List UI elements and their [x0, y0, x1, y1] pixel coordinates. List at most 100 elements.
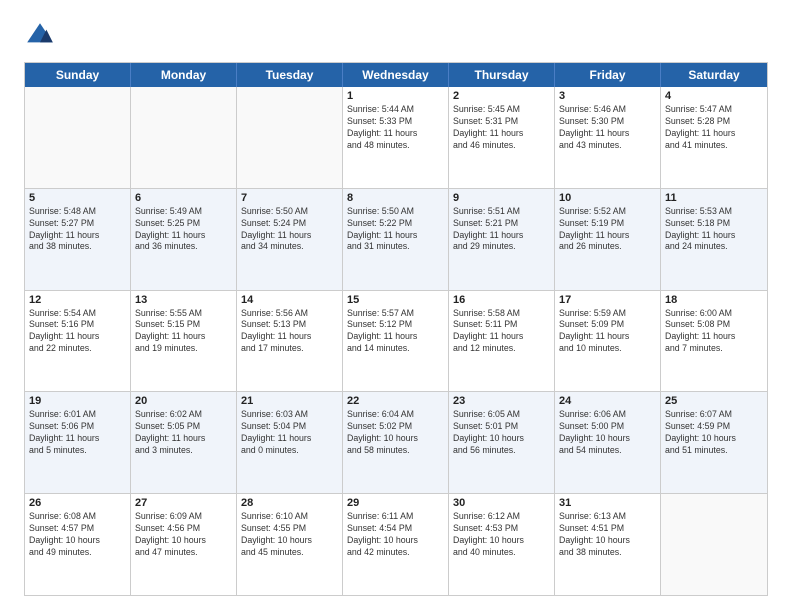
- calendar-day-empty: [131, 87, 237, 188]
- day-number: 4: [665, 90, 763, 102]
- day-info: Sunrise: 5:47 AM Sunset: 5:28 PM Dayligh…: [665, 104, 763, 152]
- day-info: Sunrise: 6:08 AM Sunset: 4:57 PM Dayligh…: [29, 511, 126, 559]
- day-info: Sunrise: 6:01 AM Sunset: 5:06 PM Dayligh…: [29, 409, 126, 457]
- calendar-day-13: 13 Sunrise: 5:55 AM Sunset: 5:15 PM Dayli…: [131, 291, 237, 392]
- day-info: Sunrise: 6:10 AM Sunset: 4:55 PM Dayligh…: [241, 511, 338, 559]
- header-day-friday: Friday: [555, 63, 661, 87]
- day-info: Sunrise: 5:57 AM Sunset: 5:12 PM Dayligh…: [347, 308, 444, 356]
- day-number: 10: [559, 192, 656, 204]
- calendar-day-6: 6 Sunrise: 5:49 AM Sunset: 5:25 PM Daylig…: [131, 189, 237, 290]
- day-info: Sunrise: 6:07 AM Sunset: 4:59 PM Dayligh…: [665, 409, 763, 457]
- calendar-day-25: 25 Sunrise: 6:07 AM Sunset: 4:59 PM Dayli…: [661, 392, 767, 493]
- calendar-day-31: 31Sunrise: 6:13 AM Sunset: 4:51 PM Dayli…: [555, 494, 661, 595]
- day-info: Sunrise: 5:54 AM Sunset: 5:16 PM Dayligh…: [29, 308, 126, 356]
- calendar-day-21: 21 Sunrise: 6:03 AM Sunset: 5:04 PM Dayli…: [237, 392, 343, 493]
- day-info: Sunrise: 6:03 AM Sunset: 5:04 PM Dayligh…: [241, 409, 338, 457]
- day-number: 22: [347, 395, 444, 407]
- calendar-week-5: 26 Sunrise: 6:08 AM Sunset: 4:57 PM Dayli…: [25, 494, 767, 595]
- day-info: Sunrise: 5:48 AM Sunset: 5:27 PM Dayligh…: [29, 206, 126, 254]
- calendar-day-empty: [661, 494, 767, 595]
- day-info: Sunrise: 6:06 AM Sunset: 5:00 PM Dayligh…: [559, 409, 656, 457]
- day-number: 26: [29, 497, 126, 509]
- day-info: Sunrise: 5:49 AM Sunset: 5:25 PM Dayligh…: [135, 206, 232, 254]
- calendar-day-9: 9Sunrise: 5:51 AM Sunset: 5:21 PM Daylig…: [449, 189, 555, 290]
- calendar-header: SundayMondayTuesdayWednesdayThursdayFrid…: [25, 63, 767, 87]
- calendar: SundayMondayTuesdayWednesdayThursdayFrid…: [24, 62, 768, 596]
- day-info: Sunrise: 5:55 AM Sunset: 5:15 PM Dayligh…: [135, 308, 232, 356]
- day-number: 23: [453, 395, 550, 407]
- day-number: 19: [29, 395, 126, 407]
- calendar-week-2: 5Sunrise: 5:48 AM Sunset: 5:27 PM Daylig…: [25, 189, 767, 291]
- day-number: 30: [453, 497, 550, 509]
- calendar-day-15: 15 Sunrise: 5:57 AM Sunset: 5:12 PM Dayli…: [343, 291, 449, 392]
- day-number: 15: [347, 294, 444, 306]
- header-day-sunday: Sunday: [25, 63, 131, 87]
- calendar-day-empty: [25, 87, 131, 188]
- header-day-wednesday: Wednesday: [343, 63, 449, 87]
- calendar-week-3: 12 Sunrise: 5:54 AM Sunset: 5:16 PM Dayli…: [25, 291, 767, 393]
- day-info: Sunrise: 5:50 AM Sunset: 5:24 PM Dayligh…: [241, 206, 338, 254]
- day-number: 8: [347, 192, 444, 204]
- day-info: Sunrise: 6:11 AM Sunset: 4:54 PM Dayligh…: [347, 511, 444, 559]
- day-info: Sunrise: 6:02 AM Sunset: 5:05 PM Dayligh…: [135, 409, 232, 457]
- day-info: Sunrise: 6:04 AM Sunset: 5:02 PM Dayligh…: [347, 409, 444, 457]
- day-info: Sunrise: 6:05 AM Sunset: 5:01 PM Dayligh…: [453, 409, 550, 457]
- calendar-day-11: 11 Sunrise: 5:53 AM Sunset: 5:18 PM Dayli…: [661, 189, 767, 290]
- day-number: 11: [665, 192, 763, 204]
- day-number: 12: [29, 294, 126, 306]
- calendar-day-29: 29 Sunrise: 6:11 AM Sunset: 4:54 PM Dayli…: [343, 494, 449, 595]
- day-number: 27: [135, 497, 232, 509]
- calendar-day-23: 23 Sunrise: 6:05 AM Sunset: 5:01 PM Dayli…: [449, 392, 555, 493]
- day-info: Sunrise: 5:58 AM Sunset: 5:11 PM Dayligh…: [453, 308, 550, 356]
- day-number: 6: [135, 192, 232, 204]
- header-day-thursday: Thursday: [449, 63, 555, 87]
- calendar-day-14: 14 Sunrise: 5:56 AM Sunset: 5:13 PM Dayli…: [237, 291, 343, 392]
- calendar-day-28: 28 Sunrise: 6:10 AM Sunset: 4:55 PM Dayli…: [237, 494, 343, 595]
- day-info: Sunrise: 5:46 AM Sunset: 5:30 PM Dayligh…: [559, 104, 656, 152]
- day-info: Sunrise: 6:13 AM Sunset: 4:51 PM Dayligh…: [559, 511, 656, 559]
- day-info: Sunrise: 5:44 AM Sunset: 5:33 PM Dayligh…: [347, 104, 444, 152]
- day-number: 29: [347, 497, 444, 509]
- day-number: 2: [453, 90, 550, 102]
- calendar-day-7: 7Sunrise: 5:50 AM Sunset: 5:24 PM Daylig…: [237, 189, 343, 290]
- day-info: Sunrise: 5:53 AM Sunset: 5:18 PM Dayligh…: [665, 206, 763, 254]
- header-day-tuesday: Tuesday: [237, 63, 343, 87]
- page: SundayMondayTuesdayWednesdayThursdayFrid…: [0, 0, 792, 612]
- calendar-day-24: 24Sunrise: 6:06 AM Sunset: 5:00 PM Dayli…: [555, 392, 661, 493]
- day-number: 14: [241, 294, 338, 306]
- calendar-day-8: 8 Sunrise: 5:50 AM Sunset: 5:22 PM Daylig…: [343, 189, 449, 290]
- day-info: Sunrise: 5:50 AM Sunset: 5:22 PM Dayligh…: [347, 206, 444, 254]
- header-day-saturday: Saturday: [661, 63, 767, 87]
- calendar-day-4: 4 Sunrise: 5:47 AM Sunset: 5:28 PM Daylig…: [661, 87, 767, 188]
- calendar-week-4: 19 Sunrise: 6:01 AM Sunset: 5:06 PM Dayli…: [25, 392, 767, 494]
- day-number: 16: [453, 294, 550, 306]
- calendar-day-22: 22 Sunrise: 6:04 AM Sunset: 5:02 PM Dayli…: [343, 392, 449, 493]
- day-number: 3: [559, 90, 656, 102]
- logo: [24, 20, 62, 52]
- calendar-day-3: 3 Sunrise: 5:46 AM Sunset: 5:30 PM Daylig…: [555, 87, 661, 188]
- day-info: Sunrise: 6:00 AM Sunset: 5:08 PM Dayligh…: [665, 308, 763, 356]
- day-number: 28: [241, 497, 338, 509]
- calendar-day-5: 5Sunrise: 5:48 AM Sunset: 5:27 PM Daylig…: [25, 189, 131, 290]
- day-number: 17: [559, 294, 656, 306]
- day-info: Sunrise: 6:09 AM Sunset: 4:56 PM Dayligh…: [135, 511, 232, 559]
- day-info: Sunrise: 5:51 AM Sunset: 5:21 PM Dayligh…: [453, 206, 550, 254]
- day-info: Sunrise: 5:52 AM Sunset: 5:19 PM Dayligh…: [559, 206, 656, 254]
- calendar-day-10: 10 Sunrise: 5:52 AM Sunset: 5:19 PM Dayli…: [555, 189, 661, 290]
- calendar-day-30: 30 Sunrise: 6:12 AM Sunset: 4:53 PM Dayli…: [449, 494, 555, 595]
- calendar-day-16: 16 Sunrise: 5:58 AM Sunset: 5:11 PM Dayli…: [449, 291, 555, 392]
- calendar-day-12: 12 Sunrise: 5:54 AM Sunset: 5:16 PM Dayli…: [25, 291, 131, 392]
- day-number: 21: [241, 395, 338, 407]
- calendar-day-20: 20Sunrise: 6:02 AM Sunset: 5:05 PM Dayli…: [131, 392, 237, 493]
- calendar-day-27: 27 Sunrise: 6:09 AM Sunset: 4:56 PM Dayli…: [131, 494, 237, 595]
- calendar-week-1: 1Sunrise: 5:44 AM Sunset: 5:33 PM Daylig…: [25, 87, 767, 189]
- calendar-day-empty: [237, 87, 343, 188]
- day-info: Sunrise: 6:12 AM Sunset: 4:53 PM Dayligh…: [453, 511, 550, 559]
- calendar-body: 1Sunrise: 5:44 AM Sunset: 5:33 PM Daylig…: [25, 87, 767, 595]
- day-info: Sunrise: 5:56 AM Sunset: 5:13 PM Dayligh…: [241, 308, 338, 356]
- day-info: Sunrise: 5:59 AM Sunset: 5:09 PM Dayligh…: [559, 308, 656, 356]
- header-day-monday: Monday: [131, 63, 237, 87]
- day-number: 25: [665, 395, 763, 407]
- day-info: Sunrise: 5:45 AM Sunset: 5:31 PM Dayligh…: [453, 104, 550, 152]
- day-number: 13: [135, 294, 232, 306]
